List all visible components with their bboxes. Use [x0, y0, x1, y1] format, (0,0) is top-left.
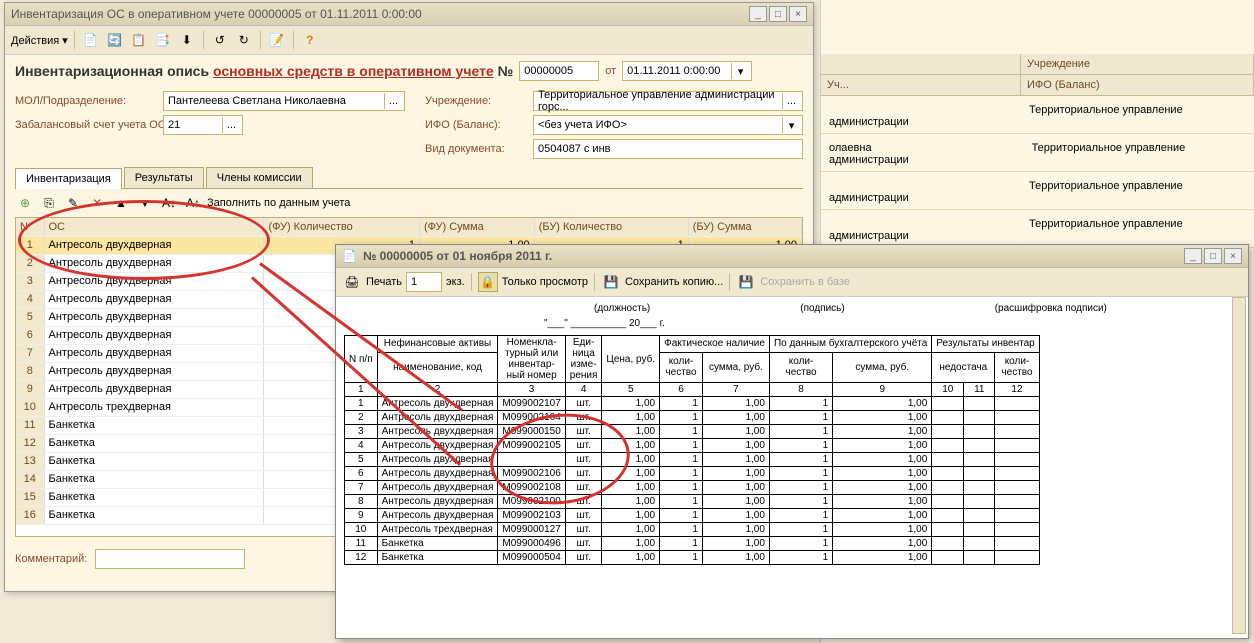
comment-field[interactable] [95, 549, 245, 569]
fill-button[interactable]: Заполнить по данным учета [207, 197, 350, 209]
print-button[interactable]: Печать [366, 276, 402, 288]
grid-column-header[interactable]: (ФУ) Количество [264, 218, 420, 236]
grid-column-header[interactable]: ОС [44, 218, 264, 236]
delete-row-icon[interactable]: ✕ [87, 193, 107, 213]
preview-toolbar: 🖨 Печать 1 экз. 🔒 Только просмотр 💾 Сохр… [336, 268, 1248, 297]
hdr-sign: (подпись) [800, 303, 844, 314]
help-icon[interactable]: ? [300, 30, 320, 50]
tabs: Инвентаризация Результаты Члены комиссии [15, 167, 803, 189]
preview-close-button[interactable]: × [1224, 248, 1242, 264]
grid-toolbar: ⊕ ⎘ ✎ ✕ ▲ ▼ A↓ A↑ Заполнить по данным уч… [15, 189, 803, 217]
move-down-icon[interactable]: ▼ [135, 193, 155, 213]
right-sub1: Уч... [821, 75, 1021, 95]
grid-column-header[interactable]: (БУ) Количество [534, 218, 688, 236]
main-toolbar: Действия ▾ 📄 🔄 📋 📑 ⬇ ↺ ↻ 📝 ? [5, 26, 813, 55]
sort-desc-icon[interactable]: A↑ [183, 193, 203, 213]
maximize-button[interactable]: □ [769, 6, 787, 22]
move-up-icon[interactable]: ▲ [111, 193, 131, 213]
date-picker-icon[interactable]: ▾ [731, 63, 749, 79]
main-titlebar: Инвентаризация ОС в оперативном учете 00… [5, 3, 813, 26]
mol-field[interactable]: Пантелеева Светлана Николаевна... [163, 91, 405, 111]
tab-inventory[interactable]: Инвентаризация [15, 168, 122, 189]
docview-label: Вид документа: [425, 143, 525, 155]
add-row-icon[interactable]: ⊕ [15, 193, 35, 213]
grid-column-header[interactable]: N [16, 218, 44, 236]
tab-commission[interactable]: Члены комиссии [206, 167, 313, 188]
mol-label: МОЛ/Подразделение: [15, 95, 155, 107]
edit-row-icon[interactable]: ✎ [63, 193, 83, 213]
ifo-field[interactable]: <без учета ИФО>▾ [533, 115, 803, 135]
toolbar-icon-8[interactable]: 📝 [267, 30, 287, 50]
preview-titlebar: 📄 № 00000005 от 01 ноября 2011 г. _ □ × [336, 245, 1248, 268]
right-header-org: Учреждение [1021, 54, 1254, 74]
toolbar-icon-4[interactable]: 📑 [153, 30, 173, 50]
print-area: (должность) (подпись) (расшифровка подпи… [336, 297, 1248, 638]
save-copy-button[interactable]: Сохранить копию... [625, 276, 723, 288]
toolbar-icon-5[interactable]: ⬇ [177, 30, 197, 50]
docview-field[interactable]: 0504087 с инв [533, 139, 803, 159]
dropdown-icon[interactable]: ▾ [782, 117, 800, 133]
preview-window: 📄 № 00000005 от 01 ноября 2011 г. _ □ × … [335, 244, 1249, 639]
close-button[interactable]: × [789, 6, 807, 22]
right-row-1[interactable]: Территориальное управление администрации [821, 96, 1254, 134]
save-copy-icon[interactable]: 💾 [601, 272, 621, 292]
tab-results[interactable]: Результаты [124, 167, 204, 188]
doc-date-field[interactable]: 01.11.2011 0:00:00▾ [622, 61, 752, 81]
view-only-icon[interactable]: 🔒 [478, 272, 498, 292]
preview-min-button[interactable]: _ [1184, 248, 1202, 264]
doc-number-field[interactable]: 00000005 [519, 61, 599, 81]
ifo-label: ИФО (Баланс): [425, 119, 525, 131]
right-row-2[interactable]: олаевнаТерриториальное управление админи… [821, 134, 1254, 172]
minimize-button[interactable]: _ [749, 6, 767, 22]
org-field[interactable]: Территориальное управление администрации… [533, 91, 803, 111]
view-only-button[interactable]: Только просмотр [502, 276, 588, 288]
save-base-button[interactable]: Сохранить в базе [760, 276, 850, 288]
page-title: Инвентаризационная опись основных средст… [15, 63, 513, 79]
toolbar-icon-3[interactable]: 📋 [129, 30, 149, 50]
grid-column-header[interactable]: (БУ) Сумма [688, 218, 801, 236]
preview-title: № 00000005 от 01 ноября 2011 г. [363, 249, 552, 263]
printer-icon[interactable]: 🖨 [342, 272, 362, 292]
lookup-icon[interactable]: ... [384, 93, 402, 109]
print-table: N п/п Нефинансовые активы Номенкла-турны… [344, 335, 1040, 565]
toolbar-icon-7[interactable]: ↻ [234, 30, 254, 50]
preview-max-button[interactable]: □ [1204, 248, 1222, 264]
lookup-icon[interactable]: ... [222, 117, 240, 133]
right-row-4[interactable]: Территориальное управление администрации [821, 210, 1254, 248]
copy-row-icon[interactable]: ⎘ [39, 193, 59, 213]
offbal-field[interactable]: 21... [163, 115, 243, 135]
toolbar-icon-2[interactable]: 🔄 [105, 30, 125, 50]
org-label: Учреждение: [425, 95, 525, 107]
sort-asc-icon[interactable]: A↓ [159, 193, 179, 213]
offbal-label: Забалансовый счет учета ОС: [15, 119, 155, 131]
window-title: Инвентаризация ОС в оперативном учете 00… [11, 7, 422, 21]
comment-label: Комментарий: [15, 553, 87, 565]
right-header-blank [821, 54, 1021, 74]
toolbar-icon-1[interactable]: 📄 [81, 30, 101, 50]
preview-scrollbar[interactable] [1232, 297, 1246, 634]
hdr-post: (должность) [594, 303, 650, 314]
actions-menu[interactable]: Действия ▾ [11, 34, 68, 47]
right-row-3[interactable]: Территориальное управление администрации [821, 172, 1254, 210]
from-label: от [605, 65, 616, 77]
hdr-decode: (расшифровка подписи) [995, 303, 1107, 314]
right-sub2: ИФО (Баланс) [1021, 75, 1254, 95]
copies-suffix: экз. [446, 276, 465, 288]
lookup-icon[interactable]: ... [782, 93, 800, 109]
toolbar-icon-6[interactable]: ↺ [210, 30, 230, 50]
copies-field[interactable]: 1 [406, 272, 442, 292]
grid-column-header[interactable]: (ФУ) Сумма [419, 218, 534, 236]
save-base-icon[interactable]: 💾 [736, 272, 756, 292]
